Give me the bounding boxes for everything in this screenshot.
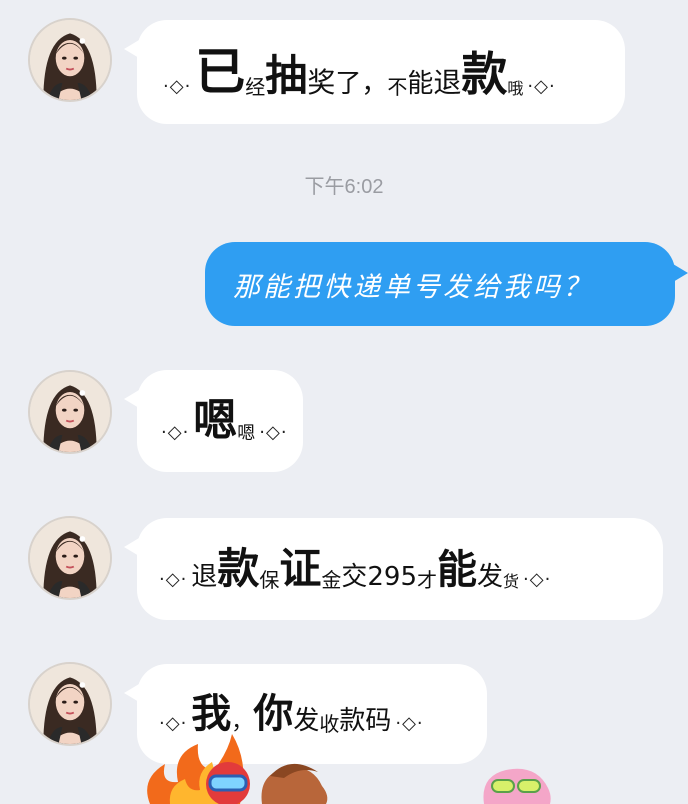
message-bubble-incoming[interactable]: ·◇· 退 款 保 证 金 交 295 才 能 发 货 ·◇· — [124, 518, 663, 620]
msg-char: 了， — [335, 69, 388, 99]
fire-hero-sticker-icon — [147, 734, 328, 804]
msg-char: 能 — [437, 547, 477, 593]
sparkle-decoration-right: ·◇· — [259, 422, 288, 443]
pink-hair-sticker-icon — [483, 768, 551, 804]
sparkle-decoration-left: ·◇· — [159, 569, 188, 590]
msg-char: 奖 — [307, 66, 336, 99]
msg-char: 证 — [279, 544, 322, 593]
msg-char: 才 — [417, 568, 437, 592]
msg-char: 款 — [217, 544, 260, 593]
msg-char: 货 — [503, 572, 520, 591]
msg-char: 发 — [477, 562, 504, 592]
msg-char: 295 — [367, 562, 417, 592]
message-bubble-incoming[interactable]: ·◇· 已 经 抽 奖 了， 不 能 退 款 哦 ·◇· — [124, 20, 625, 124]
message-text: ·◇· 已 经 抽 奖 了， 不 能 退 款 哦 ·◇· — [159, 47, 560, 97]
sparkle-decoration-right: ·◇· — [523, 569, 552, 590]
message-text: ·◇· 退 款 保 证 金 交 295 才 能 发 货 ·◇· — [155, 544, 555, 593]
sparkle-decoration-left: ·◇· — [161, 422, 190, 443]
msg-char: 退 — [433, 66, 462, 99]
avatar-portrait-icon — [30, 372, 110, 452]
contact-avatar[interactable] — [28, 18, 112, 102]
sticker-figures-icon — [147, 734, 551, 804]
msg-char: 保 — [259, 568, 280, 592]
sparkle-decoration-right: ·◇· — [527, 76, 556, 97]
timestamp: 下午6:02 — [304, 176, 384, 198]
msg-char: 能 — [407, 69, 434, 99]
message-text: ·◇· 嗯 嗯 ·◇· — [157, 395, 292, 446]
msg-char: 抽 — [265, 51, 308, 100]
msg-char: 交 — [341, 562, 368, 592]
contact-avatar[interactable] — [28, 370, 112, 454]
msg-char: 经 — [245, 75, 266, 99]
message-bubble-outgoing[interactable]: 那能把快递单号发给我吗？ — [205, 242, 688, 326]
msg-char: 不 — [387, 75, 408, 99]
msg-char: 哦 — [507, 79, 524, 98]
msg-char: 金 — [321, 568, 342, 592]
msg-char: 嗯 — [193, 395, 238, 446]
sparkle-decoration-left: ·◇· — [163, 76, 192, 97]
msg-char: 嗯 — [237, 423, 256, 444]
msg-char: 已 — [195, 43, 246, 101]
msg-char: 退 — [191, 562, 218, 592]
avatar-portrait-icon — [30, 20, 110, 100]
contact-avatar[interactable] — [28, 516, 112, 600]
message-text: 那能把快递单号发给我吗？ — [233, 271, 593, 303]
msg-char: 款 — [461, 47, 508, 101]
message-bubble-incoming[interactable]: ·◇· 嗯 嗯 ·◇· — [124, 370, 303, 472]
avatar-portrait-icon — [30, 518, 110, 598]
